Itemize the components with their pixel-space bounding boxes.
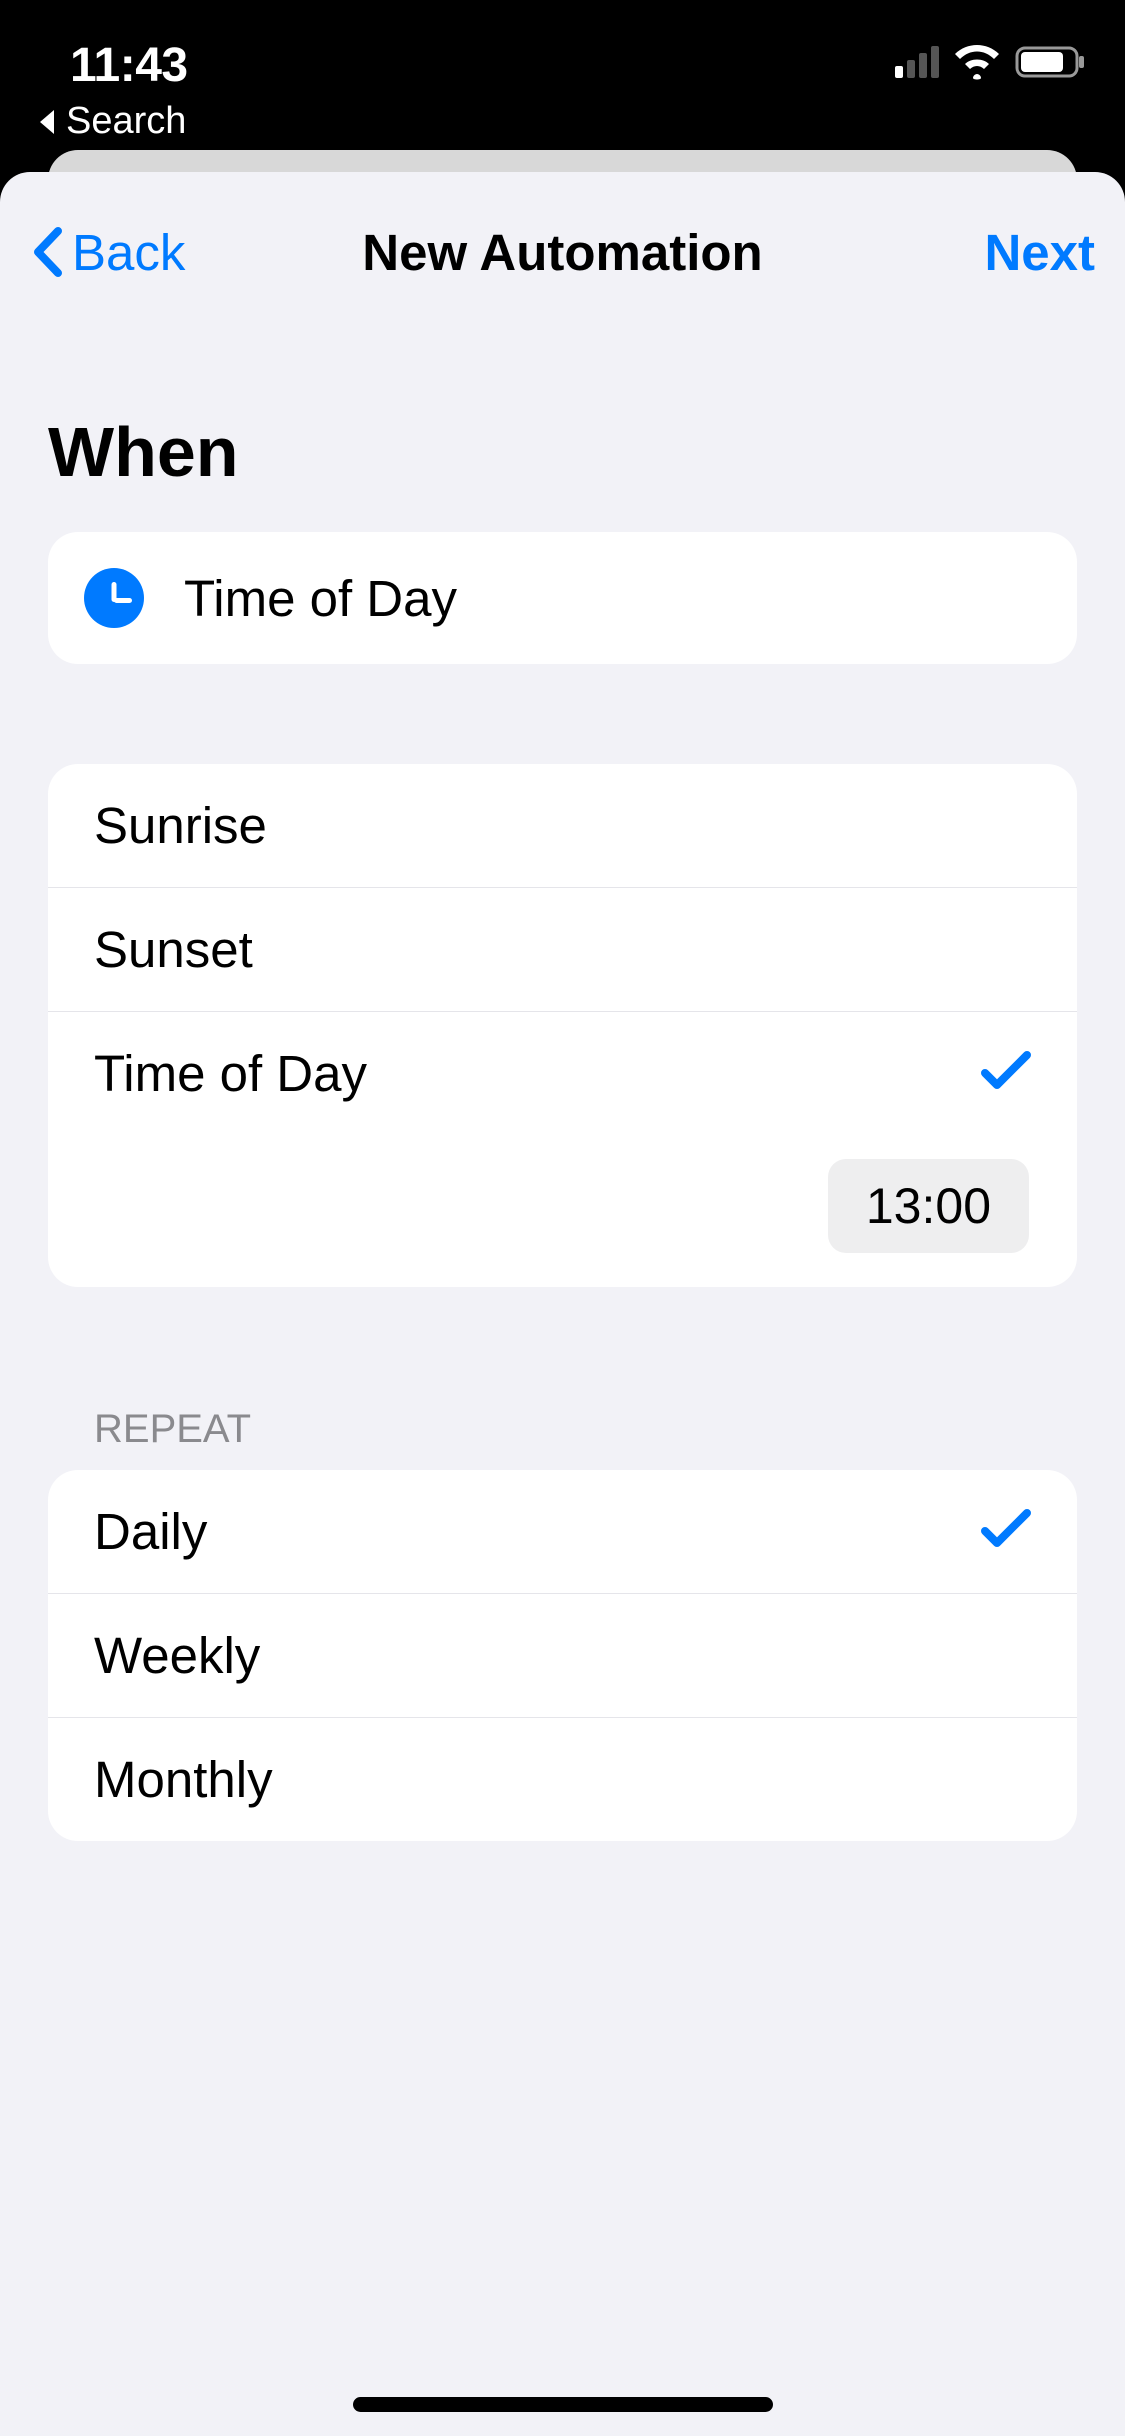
list-item-label: Sunset (94, 920, 253, 979)
trigger-label: Time of Day (184, 569, 457, 628)
battery-icon (1015, 44, 1087, 80)
repeat-options-card: Daily Weekly Monthly (48, 1470, 1077, 1841)
status-time: 11:43 (70, 38, 188, 93)
page-title: New Automation (362, 223, 762, 282)
repeat-option[interactable]: Weekly (48, 1594, 1077, 1718)
time-value-row: 13:00 (48, 1135, 1077, 1287)
time-option[interactable]: Sunset (48, 888, 1077, 1012)
breadcrumb-label: Search (66, 100, 186, 143)
wifi-icon (953, 44, 1001, 80)
modal-sheet: Back New Automation Next When Time of Da… (0, 172, 1125, 2436)
repeat-option[interactable]: Monthly (48, 1718, 1077, 1841)
checkmark-icon (981, 1049, 1031, 1093)
clock-icon (84, 568, 144, 628)
next-button[interactable]: Next (984, 223, 1095, 282)
list-item-label: Sunrise (94, 796, 267, 855)
repeat-section-header: REPEAT (94, 1407, 1077, 1452)
time-options-card: Sunrise Sunset Time of Day 13:00 (48, 764, 1077, 1287)
list-item-label: Time of Day (94, 1044, 367, 1103)
home-indicator[interactable] (353, 2397, 773, 2412)
time-option[interactable]: Time of Day (48, 1012, 1077, 1135)
status-bar: 11:43 Search (0, 0, 1125, 140)
list-item-label: Daily (94, 1502, 207, 1561)
chevron-left-icon (30, 225, 66, 279)
time-picker[interactable]: 13:00 (828, 1159, 1029, 1253)
selected-indicator (981, 1049, 1031, 1098)
cellular-icon (895, 46, 939, 78)
repeat-option[interactable]: Daily (48, 1470, 1077, 1594)
back-label: Back (72, 223, 185, 282)
status-breadcrumb[interactable]: Search (38, 100, 186, 143)
back-triangle-icon (38, 108, 58, 136)
selected-indicator (981, 1507, 1031, 1556)
trigger-summary-card[interactable]: Time of Day (48, 532, 1077, 664)
when-section-title: When (48, 412, 1077, 492)
time-option[interactable]: Sunrise (48, 764, 1077, 888)
status-right (895, 44, 1087, 80)
list-item-label: Weekly (94, 1626, 260, 1685)
nav-bar: Back New Automation Next (0, 202, 1125, 302)
list-item-label: Monthly (94, 1750, 273, 1809)
checkmark-icon (981, 1507, 1031, 1551)
back-button[interactable]: Back (30, 223, 185, 282)
